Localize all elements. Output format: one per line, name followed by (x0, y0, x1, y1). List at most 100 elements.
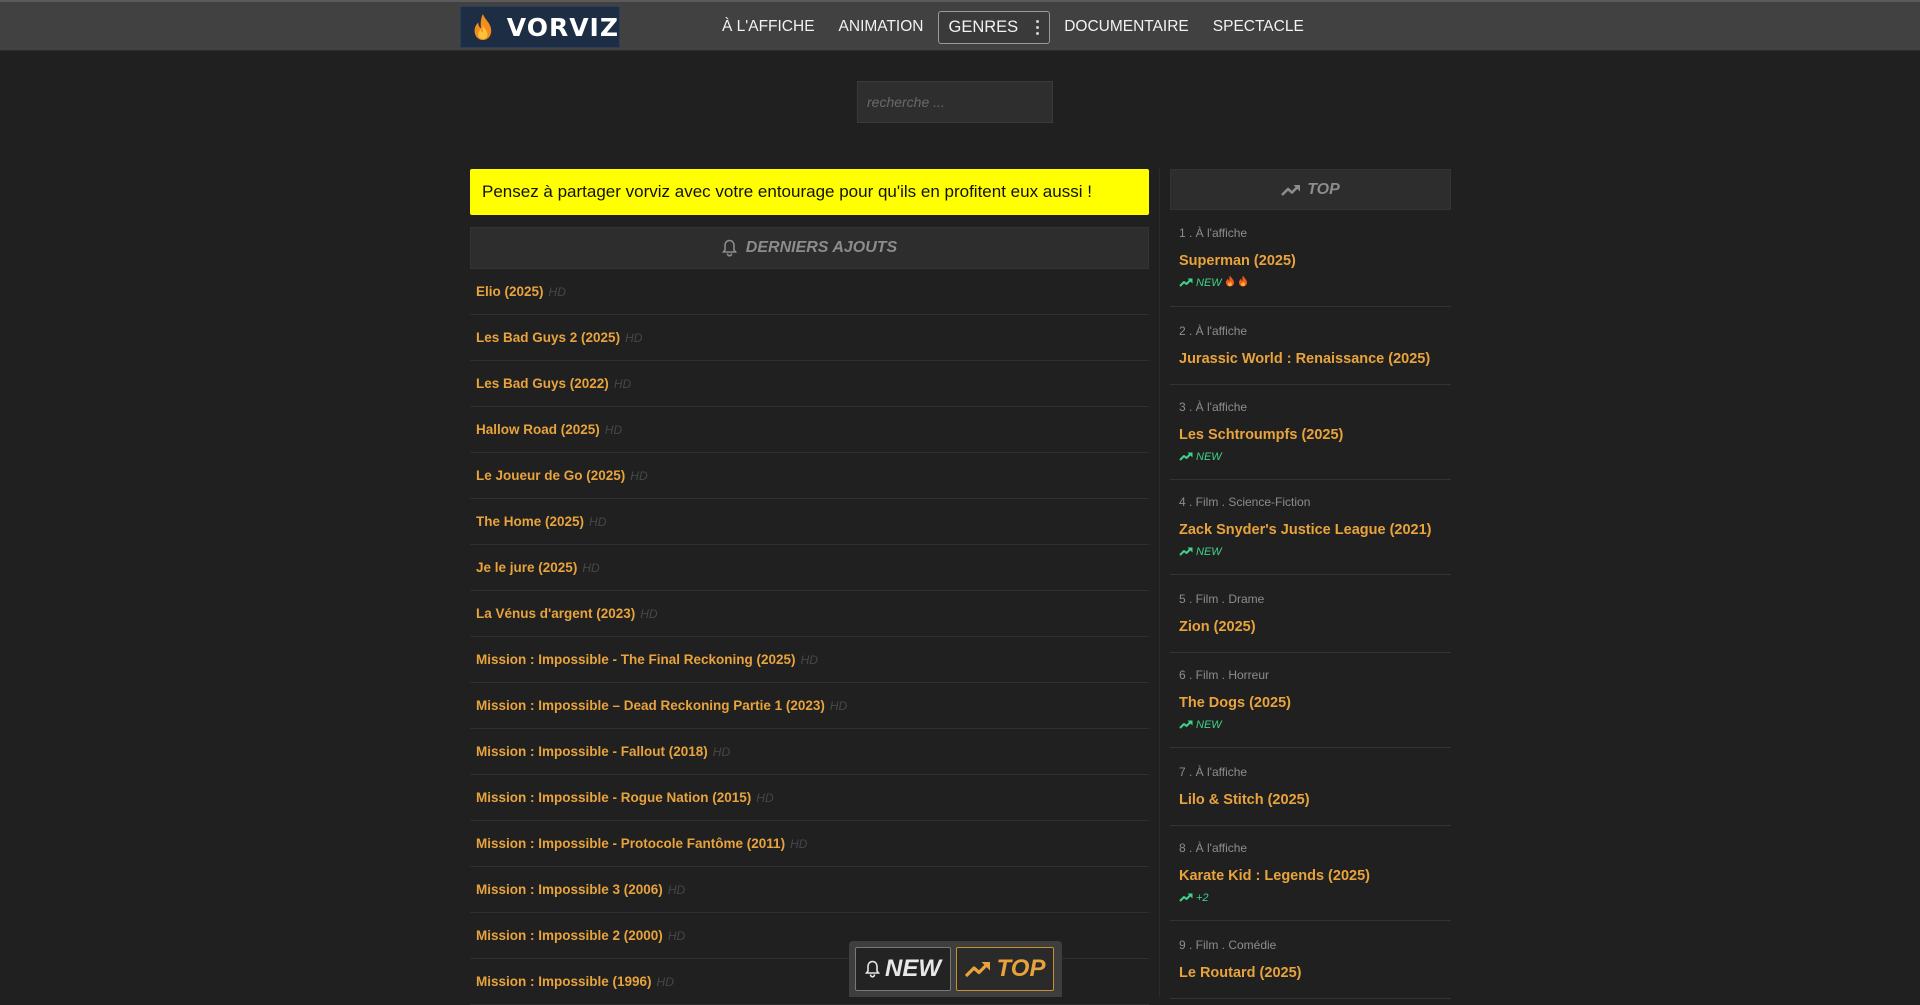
top-item-title[interactable]: The Dogs (2025) (1179, 695, 1442, 711)
list-item: Hallow Road (2025) HD (470, 407, 1149, 453)
hd-badge: HD (667, 928, 686, 943)
list-item: Mission : Impossible - Rogue Nation (201… (470, 775, 1149, 821)
hd-badge: HD (625, 330, 643, 345)
film-link[interactable]: Mission : Impossible - Fallout (2018) (476, 744, 708, 759)
column-divider (1159, 169, 1160, 997)
film-link[interactable]: Elio (2025) (476, 284, 544, 299)
trend-label: NEW (1196, 277, 1222, 289)
top-item-meta: 6 . Film . Horreur (1179, 668, 1270, 682)
hd-badge: HD (829, 698, 848, 713)
film-link[interactable]: Hallow Road (2025) (476, 422, 600, 437)
main-menu: À L'AFFICHE ANIMATION GENRES DOCUMENTAIR… (710, 10, 1316, 44)
top-item-meta: 5 . Film . Drame (1179, 592, 1265, 606)
hd-badge: HD (790, 836, 808, 851)
list-item: Mission : Impossible 3 (2006) HD (470, 867, 1149, 913)
trend-label: NEW (1196, 546, 1222, 558)
list-item: Mission : Impossible - Protocole Fantôme… (470, 821, 1149, 867)
nav-item-documentaire[interactable]: DOCUMENTAIRE (1052, 10, 1201, 44)
hd-badge: HD (613, 376, 632, 391)
list-item: The Home (2025) HD (470, 499, 1149, 545)
new-tab-button[interactable]: NEW (855, 947, 951, 991)
film-link[interactable]: Mission : Impossible (1996) (476, 974, 652, 989)
nav-item-animation[interactable]: ANIMATION (827, 10, 936, 44)
film-link[interactable]: Les Bad Guys (2022) (476, 376, 609, 391)
film-link[interactable]: Mission : Impossible - The Final Reckoni… (476, 652, 796, 667)
list-item: Elio (2025) HD (470, 269, 1149, 315)
site-logo[interactable]: VORVIZ (460, 6, 620, 48)
top-item-meta: 8 . À l'affiche (1179, 841, 1248, 855)
main-content: Pensez à partager vorviz avec votre ento… (470, 169, 1149, 1005)
top-item-title[interactable]: Jurassic World : Renaissance (2025) (1179, 351, 1442, 367)
top-tab-label: TOP (996, 955, 1046, 982)
top-item-title[interactable]: Karate Kid : Legends (2025) (1179, 868, 1442, 884)
top-item-title[interactable]: Zack Snyder's Justice League (2021) (1179, 522, 1442, 538)
latest-additions-header: DERNIERS AJOUTS (470, 227, 1149, 269)
hd-badge: HD (604, 422, 623, 437)
top-item-badges: NEW (1179, 450, 1442, 464)
top-item-title[interactable]: Lilo & Stitch (2025) (1179, 792, 1442, 808)
film-link[interactable]: The Home (2025) (476, 514, 584, 529)
list-item: La Vénus d'argent (2023) HD (470, 591, 1149, 637)
trend-label: NEW (1196, 451, 1222, 463)
latest-additions-list: Elio (2025) HD Les Bad Guys 2 (2025) HD Les … (470, 269, 1149, 1005)
trend-label: NEW (1196, 719, 1222, 731)
hd-badge: HD (582, 560, 600, 575)
film-link[interactable]: Le Joueur de Go (2025) (476, 468, 625, 483)
film-link[interactable]: Mission : Impossible 2 (2000) (476, 928, 663, 943)
top-item-badges: NEW (1179, 545, 1442, 559)
trending-up-icon (1179, 274, 1193, 292)
trending-up-icon (1179, 716, 1193, 734)
top-item-meta: 9 . Film . Comédie (1179, 938, 1277, 952)
site-name: VORVIZ (506, 12, 619, 42)
top-item: 1 . À l'affiche Superman (2025) NEW (1170, 210, 1451, 307)
top-item: 9 . Film . Comédie Le Routard (2025) (1170, 921, 1451, 999)
film-link[interactable]: Mission : Impossible - Protocole Fantôme… (476, 836, 785, 851)
top-item-title[interactable]: Le Routard (2025) (1179, 965, 1442, 981)
flame-icon (474, 14, 492, 40)
top-item: 5 . Film . Drame Zion (2025) (1170, 575, 1451, 653)
top-item-title[interactable]: Zion (2025) (1179, 619, 1442, 635)
nav-item-genres[interactable]: GENRES (937, 10, 1051, 44)
hd-badge: HD (712, 744, 731, 759)
film-link[interactable]: La Vénus d'argent (2023) (476, 606, 635, 621)
new-tab-label: NEW (885, 955, 941, 982)
top-item: 4 . Film . Science-Fiction Zack Snyder's … (1170, 480, 1451, 575)
top-item-meta: 7 . À l'affiche (1179, 765, 1248, 779)
fire-icon (1225, 274, 1235, 292)
trending-up-icon (1179, 889, 1193, 907)
list-item: Mission : Impossible – Dead Reckoning Pa… (470, 683, 1149, 729)
hd-badge: HD (630, 468, 648, 483)
list-item: Je le jure (2025) HD (470, 545, 1149, 591)
top-item-title[interactable]: Les Schtroumpfs (2025) (1179, 427, 1442, 443)
film-link[interactable]: Les Bad Guys 2 (2025) (476, 330, 620, 345)
top-item-title[interactable]: Superman (2025) (1179, 253, 1442, 269)
nav-item-a-l-affiche[interactable]: À L'AFFICHE (710, 10, 827, 44)
film-link[interactable]: Je le jure (2025) (476, 560, 577, 575)
top-item: 2 . À l'affiche Jurassic World : Renaissa… (1170, 307, 1451, 385)
top-navbar: VORVIZ À L'AFFICHE ANIMATION GENRES DOCU… (0, 0, 1920, 51)
top-item: 8 . À l'affiche Karate Kid : Legends (202… (1170, 826, 1451, 921)
top-header: TOP (1170, 169, 1451, 210)
top-item-meta: 4 . Film . Science-Fiction (1179, 495, 1311, 509)
trending-up-icon (1179, 543, 1193, 561)
top-item: 3 . À l'affiche Les Schtroumpfs (2025) NEW (1170, 385, 1451, 480)
top-sidebar: TOP 1 . À l'affiche Superman (2025) NEW 2 .… (1170, 169, 1451, 999)
bell-icon (865, 960, 880, 978)
top-list: 1 . À l'affiche Superman (2025) NEW 2 . À l… (1170, 210, 1451, 999)
top-item: 7 . À l'affiche Lilo & Stitch (2025) (1170, 748, 1451, 826)
list-item: Les Bad Guys 2 (2025) HD (470, 315, 1149, 361)
film-link[interactable]: Mission : Impossible – Dead Reckoning Pa… (476, 698, 825, 713)
list-item: Le Joueur de Go (2025) HD (470, 453, 1149, 499)
top-item-meta: 2 . À l'affiche (1179, 324, 1248, 338)
film-link[interactable]: Mission : Impossible - Rogue Nation (201… (476, 790, 751, 805)
top-tab-button[interactable]: TOP (956, 947, 1054, 991)
film-link[interactable]: Mission : Impossible 3 (2006) (476, 882, 663, 897)
hd-badge: HD (756, 790, 774, 805)
search-input[interactable] (857, 81, 1053, 123)
bell-icon (721, 239, 737, 257)
trend-label: +2 (1196, 892, 1209, 904)
list-item: Les Bad Guys (2022) HD (470, 361, 1149, 407)
list-item: Mission : Impossible - Fallout (2018) HD (470, 729, 1149, 775)
nav-item-spectacle[interactable]: SPECTACLE (1201, 10, 1316, 44)
fire-icon (1238, 274, 1248, 292)
